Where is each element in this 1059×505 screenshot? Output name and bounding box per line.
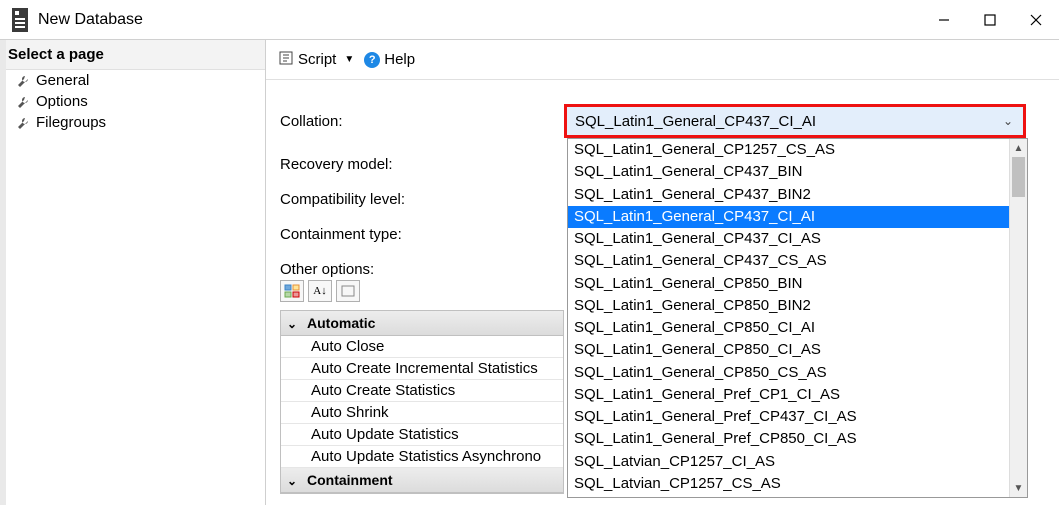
collation-option[interactable]: SQL_Latin1_General_CP437_BIN [568, 161, 1027, 183]
propgrid-row[interactable]: Auto Shrink [281, 402, 563, 424]
property-pages-button[interactable] [336, 280, 360, 302]
section-header-label: Containment [307, 472, 393, 488]
left-edge-strip [0, 40, 6, 505]
help-button[interactable]: ? Help [364, 51, 415, 68]
collation-selected-value: SQL_Latin1_General_CP437_CI_AI [575, 113, 816, 130]
propgrid-row[interactable]: Auto Update Statistics [281, 424, 563, 446]
collation-option[interactable]: SQL_Latin1_General_CP437_BIN2 [568, 184, 1027, 206]
sidebar-item-options[interactable]: Options [0, 91, 265, 112]
chevron-down-icon: ⌄ [1003, 114, 1013, 128]
compat-label: Compatibility level: [280, 191, 564, 208]
propgrid-row[interactable]: Auto Update Statistics Asynchrono [281, 446, 563, 468]
propgrid-section-containment[interactable]: ⌄ Containment [281, 468, 563, 493]
help-icon: ? [364, 52, 380, 68]
page-sidebar: Select a page General Options Filegroups [0, 40, 266, 505]
script-label: Script [298, 51, 336, 68]
collation-option[interactable]: SQL_Latin1_General_Pref_CP850_CI_AS [568, 428, 1027, 450]
main-toolbar: Script ▼ ? Help [266, 40, 1059, 80]
script-icon [278, 50, 294, 70]
collation-option[interactable]: SQL_Latin1_General_Pref_CP1_CI_AS [568, 384, 1027, 406]
other-label: Other options: [280, 261, 564, 278]
chevron-down-icon: ▼ [344, 54, 354, 65]
collation-row: Collation: SQL_Latin1_General_CP437_CI_A… [280, 104, 1035, 138]
help-label: Help [384, 51, 415, 68]
collation-selected-box[interactable]: SQL_Latin1_General_CP437_CI_AI ⌄ [564, 104, 1026, 138]
propgrid-row[interactable]: Auto Close [281, 336, 563, 358]
collation-option[interactable]: SQL_Latvian_CP1257_CI_AS [568, 451, 1027, 473]
collation-combo[interactable]: SQL_Latin1_General_CP437_CI_AI ⌄ SQL_Lat… [564, 104, 1026, 138]
collapse-icon: ⌄ [287, 474, 297, 488]
containment-label: Containment type: [280, 226, 564, 243]
collapse-icon: ⌄ [287, 317, 297, 331]
collation-option[interactable]: SQL_Latin1_General_CP437_CI_AI [568, 206, 1027, 228]
wrench-icon [16, 95, 30, 109]
minimize-button[interactable] [921, 0, 967, 40]
scroll-thumb[interactable] [1012, 157, 1025, 197]
propgrid-row[interactable]: Auto Create Incremental Statistics [281, 358, 563, 380]
collation-option[interactable]: SQL_Latvian_CP1257_CS_AS [568, 473, 1027, 495]
collation-option[interactable]: SQL_Latin1_General_CP437_CI_AS [568, 228, 1027, 250]
window-title: New Database [38, 11, 921, 29]
title-bar: New Database [0, 0, 1059, 40]
alphabetical-view-button[interactable]: A↓ [308, 280, 332, 302]
sidebar-header: Select a page [0, 40, 265, 70]
maximize-button[interactable] [967, 0, 1013, 40]
wrench-icon [16, 74, 30, 88]
collation-option[interactable]: SQL_Latin1_General_CP437_CS_AS [568, 250, 1027, 272]
collation-option[interactable]: SQL_Latin1_General_CP850_BIN2 [568, 295, 1027, 317]
propgrid-row[interactable]: Auto Create Statistics [281, 380, 563, 402]
section-header-label: Automatic [307, 315, 375, 331]
collation-option[interactable]: SQL_Latin1_General_CP850_CS_AS [568, 362, 1027, 384]
collation-option[interactable]: SQL_Latin1_General_CP1257_CS_AS [568, 139, 1027, 161]
sidebar-item-label: Options [36, 93, 88, 110]
recovery-label: Recovery model: [280, 156, 564, 173]
property-grid: ⌄ Automatic Auto Close Auto Create Incre… [280, 310, 564, 494]
collation-option[interactable]: SQL_Latin1_General_CP850_CI_AS [568, 339, 1027, 361]
categorized-view-button[interactable] [280, 280, 304, 302]
scroll-down-arrow-icon[interactable]: ▼ [1010, 479, 1027, 497]
collation-option[interactable]: SQL_Latin1_General_CP850_CI_AI [568, 317, 1027, 339]
sidebar-item-general[interactable]: General [0, 70, 265, 91]
main-panel: Script ▼ ? Help Collation: SQL_Latin1_Ge… [266, 40, 1059, 505]
collation-option[interactable]: SQL_Latin1_General_Pref_CP437_CI_AS [568, 406, 1027, 428]
scroll-up-arrow-icon[interactable]: ▲ [1010, 139, 1027, 157]
collation-option[interactable]: SQL_Latin1_General_CP850_BIN [568, 273, 1027, 295]
sidebar-item-filegroups[interactable]: Filegroups [0, 112, 265, 133]
wrench-icon [16, 116, 30, 130]
script-button[interactable]: Script ▼ [278, 50, 354, 70]
close-button[interactable] [1013, 0, 1059, 40]
server-icon [12, 8, 28, 32]
sidebar-item-label: General [36, 72, 89, 89]
collation-option[interactable]: SQL_Lithuanian_CP1257_CI_AS [568, 495, 1027, 498]
dropdown-scrollbar[interactable]: ▲ ▼ [1009, 139, 1027, 497]
propgrid-section-automatic[interactable]: ⌄ Automatic [281, 311, 563, 336]
collation-dropdown-list[interactable]: SQL_Latin1_General_CP1257_CS_AS SQL_Lati… [567, 138, 1028, 498]
collation-label: Collation: [280, 113, 564, 130]
sidebar-item-label: Filegroups [36, 114, 106, 131]
